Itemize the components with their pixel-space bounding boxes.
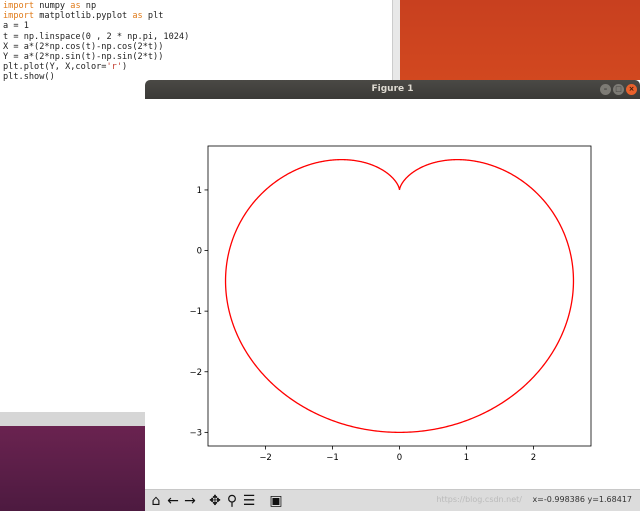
watermark: https://blog.csdn.net/ (436, 495, 522, 504)
code-token: 'r' (106, 62, 123, 73)
code-token: plt (142, 11, 164, 22)
x-tick-label: 0 (397, 453, 402, 463)
back-arrow-icon[interactable]: ← (165, 493, 181, 509)
code-token: matplotlib.pyplot (34, 11, 133, 22)
figure-window: Figure 1 – □ × −2 −1 0 1 2 1 0 −1 −2 −3 ⌂ ← → ✥ ⚲… (145, 80, 640, 511)
code-token: import (3, 1, 35, 11)
y-tick-label: 0 (197, 247, 202, 257)
x-tick-label: 2 (531, 453, 536, 463)
code-token: as (70, 1, 81, 11)
navigation-toolbar: ⌂ ← → ✥ ⚲ ☰ ▣ https://blog.csdn.net/ x=-… (145, 489, 640, 511)
y-tick-label: −1 (189, 307, 202, 317)
minimize-button[interactable]: – (600, 84, 611, 95)
maximize-button[interactable]: □ (613, 84, 624, 95)
code-token: Y = a*(2*np.sin(t)-np.sin(2*t)) (3, 52, 164, 63)
code-token: ) (122, 62, 128, 73)
code-token: plt.show() (3, 72, 55, 83)
code-line: import matplotlib.pyplot as plt (3, 11, 189, 21)
zoom-icon[interactable]: ⚲ (224, 493, 240, 509)
close-button[interactable]: × (626, 84, 637, 95)
x-tick-label: 1 (464, 453, 469, 463)
code-line: Y = a*(2*np.sin(t)-np.sin(2*t)) (3, 52, 189, 62)
cursor-coordinates: x=-0.998386 y=1.68417 (532, 495, 632, 504)
code-line: X = a*(2*np.cos(t)-np.cos(2*t)) (3, 42, 189, 52)
code-line: t = np.linspace(0 , 2 * np.pi, 1024) (3, 32, 189, 42)
home-icon[interactable]: ⌂ (148, 493, 164, 509)
y-tick-label: 1 (197, 186, 202, 196)
plot-canvas[interactable]: −2 −1 0 1 2 1 0 −1 −2 −3 (145, 99, 640, 489)
code-token: X = a*(2*np.cos(t)-np.cos(2*t)) (3, 41, 164, 52)
code-token: as (132, 11, 143, 22)
window-titlebar[interactable]: Figure 1 – □ × (145, 80, 640, 99)
code-line: plt.plot(Y, X,color='r') (3, 62, 189, 72)
configure-subplots-icon[interactable]: ☰ (241, 493, 257, 509)
code-line: a = 1 (3, 21, 189, 31)
pan-icon[interactable]: ✥ (207, 493, 223, 509)
save-icon[interactable]: ▣ (268, 493, 284, 509)
code-token: plt.plot(Y, X,color= (3, 62, 107, 73)
window-title: Figure 1 (371, 84, 414, 94)
code-token: numpy (34, 1, 71, 11)
x-tick-label: −2 (259, 453, 272, 463)
axes-frame (207, 145, 592, 447)
code-line: import numpy as np (3, 1, 189, 11)
desktop-background (400, 0, 640, 82)
code-token: np (80, 1, 97, 11)
desktop-background-bottom (0, 426, 145, 511)
code-token: t = np.linspace(0 , 2 * np.pi, 1024) (3, 31, 190, 42)
forward-arrow-icon[interactable]: → (182, 493, 198, 509)
x-tick-label: −1 (326, 453, 339, 463)
series-line (224, 158, 575, 434)
y-tick-label: −3 (189, 428, 202, 438)
code-token: a = 1 (3, 21, 29, 32)
code-token: import (3, 11, 35, 22)
code-text: import numpy as np import matplotlib.pypl… (3, 1, 189, 83)
y-tick-label: −2 (189, 368, 202, 378)
